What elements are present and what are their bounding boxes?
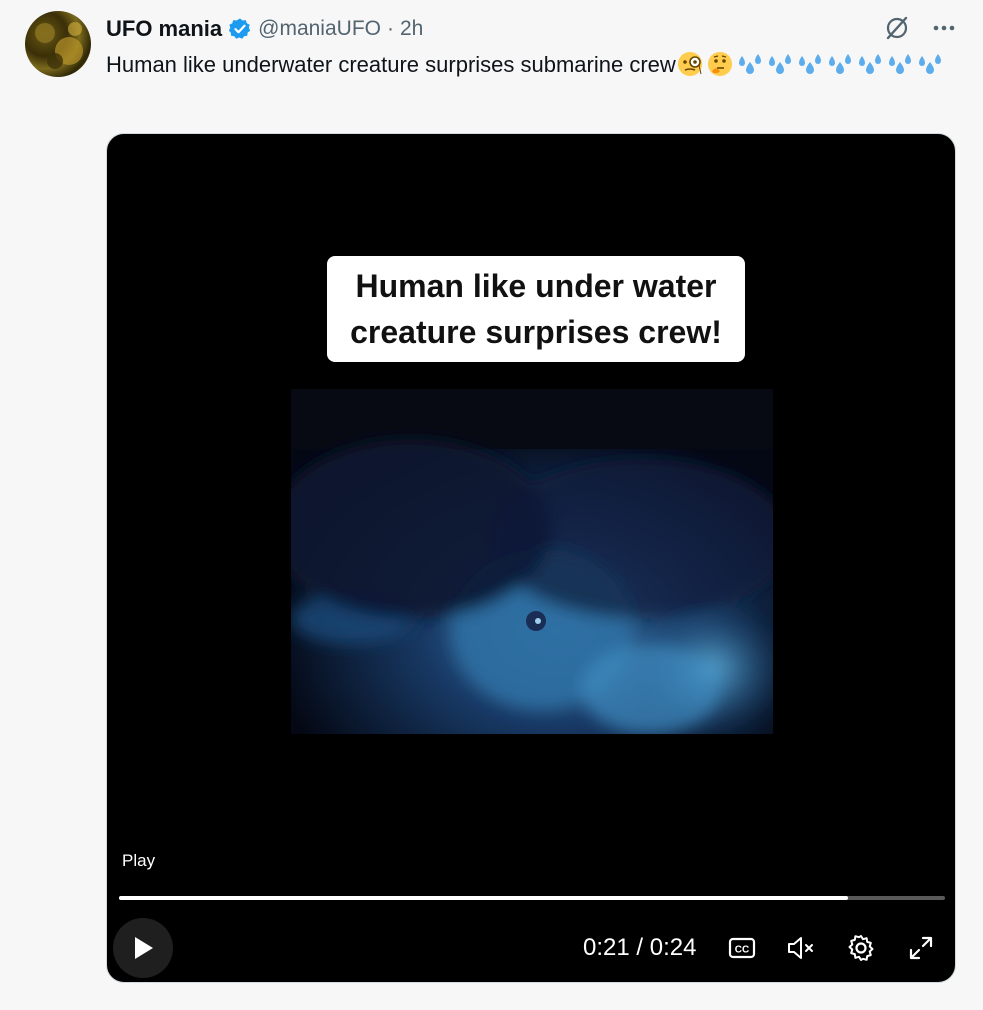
thinking-face-emoji <box>706 50 734 78</box>
sweat-droplets-emoji <box>796 50 824 78</box>
more-icon[interactable] <box>931 15 957 41</box>
gear-icon[interactable] <box>845 932 877 964</box>
verified-badge-icon[interactable] <box>228 17 252 41</box>
caption-line-2: creature surprises crew! <box>350 314 722 350</box>
sweat-droplets-emoji <box>886 50 914 78</box>
progress-bar[interactable] <box>119 896 945 900</box>
video-caption-overlay: Human like under water creature surprise… <box>327 256 745 362</box>
play-label: Play <box>122 851 156 870</box>
sweat-droplets-emoji <box>856 50 884 78</box>
author-avatar[interactable] <box>25 11 91 77</box>
play-button[interactable] <box>113 918 173 978</box>
grok-icon[interactable] <box>883 14 911 42</box>
author-name[interactable]: UFO mania <box>106 16 222 42</box>
tweet-text-body: Human like underwater creature surprises… <box>106 52 676 77</box>
author-handle[interactable]: @maniaUFO <box>258 17 381 41</box>
separator-dot: · <box>386 17 394 40</box>
monocle-face-emoji <box>676 50 704 78</box>
sweat-droplets-emoji <box>766 50 794 78</box>
video-frame <box>291 389 773 734</box>
sweat-droplets-emoji <box>736 50 764 78</box>
cc-icon[interactable]: CC <box>726 932 758 964</box>
caption-line-1: Human like under water <box>355 268 717 304</box>
video-player[interactable]: Human like under water creature surprise… <box>106 133 956 983</box>
tweet-text: Human like underwater creature surprises… <box>106 50 946 80</box>
time-readout: 0:21 / 0:24 <box>583 934 697 961</box>
expand-icon[interactable] <box>905 932 937 964</box>
sweat-droplets-emoji <box>826 50 854 78</box>
sweat-droplets-emoji <box>916 50 944 78</box>
progress-fill <box>119 896 848 900</box>
tweet-header: UFO mania @maniaUFO · 2h <box>106 14 423 44</box>
muted-speaker-icon[interactable] <box>786 932 818 964</box>
play-icon <box>135 937 153 959</box>
tweet-timestamp[interactable]: 2h <box>400 17 423 41</box>
svg-text:CC: CC <box>735 945 749 956</box>
